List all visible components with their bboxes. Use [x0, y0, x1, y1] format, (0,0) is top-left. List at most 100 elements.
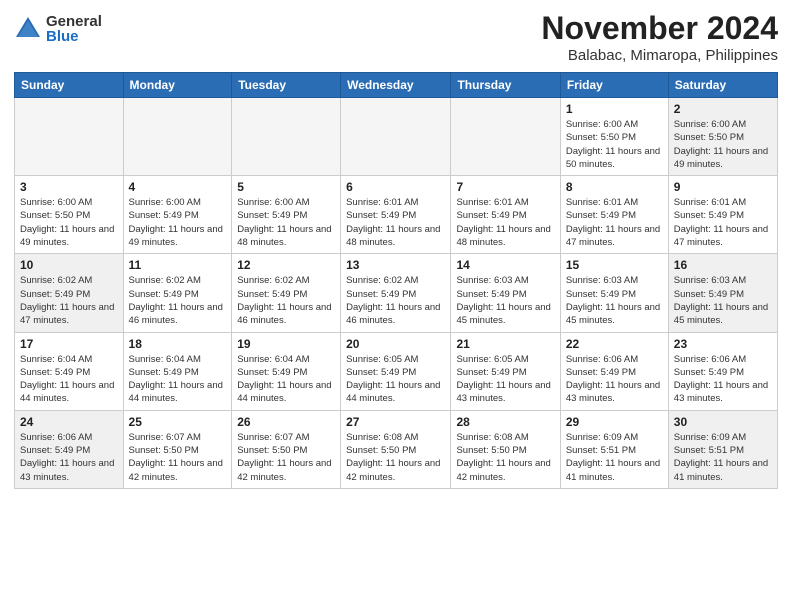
logo-text: General Blue [46, 14, 102, 44]
day-info: Sunrise: 6:00 AMSunset: 5:50 PMDaylight:… [566, 118, 663, 171]
logo-icon [14, 15, 42, 43]
day-info: Sunrise: 6:09 AMSunset: 5:51 PMDaylight:… [566, 431, 663, 484]
day-number: 13 [346, 258, 445, 272]
calendar-cell: 11 Sunrise: 6:02 AMSunset: 5:49 PMDayligh… [123, 254, 232, 332]
location: Balabac, Mimaropa, Philippines [541, 47, 778, 64]
day-info: Sunrise: 6:06 AMSunset: 5:49 PMDaylight:… [674, 353, 772, 406]
day-number: 22 [566, 337, 663, 351]
col-header-tuesday: Tuesday [232, 73, 341, 98]
calendar-cell [15, 98, 124, 176]
calendar-cell: 29 Sunrise: 6:09 AMSunset: 5:51 PMDayligh… [560, 410, 668, 488]
day-number: 18 [129, 337, 227, 351]
calendar-cell: 26 Sunrise: 6:07 AMSunset: 5:50 PMDayligh… [232, 410, 341, 488]
col-header-sunday: Sunday [15, 73, 124, 98]
day-number: 11 [129, 258, 227, 272]
calendar-cell: 21 Sunrise: 6:05 AMSunset: 5:49 PMDayligh… [451, 332, 560, 410]
day-number: 7 [456, 180, 554, 194]
calendar-cell: 23Sunrise: 6:06 AMSunset: 5:49 PMDayligh… [668, 332, 777, 410]
day-number: 2 [674, 102, 772, 116]
day-info: Sunrise: 6:00 AMSunset: 5:49 PMDaylight:… [237, 196, 335, 249]
day-number: 5 [237, 180, 335, 194]
day-info: Sunrise: 6:02 AMSunset: 5:49 PMDaylight:… [346, 274, 445, 327]
day-info: Sunrise: 6:06 AMSunset: 5:49 PMDaylight:… [20, 431, 118, 484]
day-number: 25 [129, 415, 227, 429]
day-info: Sunrise: 6:07 AMSunset: 5:50 PMDaylight:… [237, 431, 335, 484]
day-number: 8 [566, 180, 663, 194]
calendar-table: SundayMondayTuesdayWednesdayThursdayFrid… [14, 72, 778, 489]
day-info: Sunrise: 6:05 AMSunset: 5:49 PMDaylight:… [346, 353, 445, 406]
calendar-cell: 14 Sunrise: 6:03 AMSunset: 5:49 PMDayligh… [451, 254, 560, 332]
day-number: 26 [237, 415, 335, 429]
logo-general: General [46, 14, 102, 29]
col-header-thursday: Thursday [451, 73, 560, 98]
day-number: 3 [20, 180, 118, 194]
day-info: Sunrise: 6:05 AMSunset: 5:49 PMDaylight:… [456, 353, 554, 406]
day-number: 17 [20, 337, 118, 351]
calendar-cell: 15 Sunrise: 6:03 AMSunset: 5:49 PMDayligh… [560, 254, 668, 332]
page: General Blue November 2024 Balabac, Mima… [0, 0, 792, 612]
col-header-friday: Friday [560, 73, 668, 98]
day-number: 10 [20, 258, 118, 272]
day-info: Sunrise: 6:01 AMSunset: 5:49 PMDaylight:… [566, 196, 663, 249]
calendar-cell [341, 98, 451, 176]
day-number: 29 [566, 415, 663, 429]
day-info: Sunrise: 6:08 AMSunset: 5:50 PMDaylight:… [456, 431, 554, 484]
calendar-cell: 4 Sunrise: 6:00 AMSunset: 5:49 PMDaylight… [123, 176, 232, 254]
day-info: Sunrise: 6:02 AMSunset: 5:49 PMDaylight:… [129, 274, 227, 327]
day-number: 4 [129, 180, 227, 194]
day-info: Sunrise: 6:04 AMSunset: 5:49 PMDaylight:… [20, 353, 118, 406]
day-info: Sunrise: 6:02 AMSunset: 5:49 PMDaylight:… [20, 274, 118, 327]
day-number: 28 [456, 415, 554, 429]
day-number: 24 [20, 415, 118, 429]
day-info: Sunrise: 6:03 AMSunset: 5:49 PMDaylight:… [674, 274, 772, 327]
day-number: 20 [346, 337, 445, 351]
calendar-cell: 16 Sunrise: 6:03 AMSunset: 5:49 PMDayligh… [668, 254, 777, 332]
calendar-cell: 13 Sunrise: 6:02 AMSunset: 5:49 PMDayligh… [341, 254, 451, 332]
header: General Blue November 2024 Balabac, Mima… [14, 10, 778, 64]
day-info: Sunrise: 6:09 AMSunset: 5:51 PMDaylight:… [674, 431, 772, 484]
day-info: Sunrise: 6:01 AMSunset: 5:49 PMDaylight:… [346, 196, 445, 249]
day-info: Sunrise: 6:00 AMSunset: 5:49 PMDaylight:… [129, 196, 227, 249]
calendar-cell: 24 Sunrise: 6:06 AMSunset: 5:49 PMDayligh… [15, 410, 124, 488]
day-info: Sunrise: 6:03 AMSunset: 5:49 PMDaylight:… [566, 274, 663, 327]
day-number: 9 [674, 180, 772, 194]
day-info: Sunrise: 6:06 AMSunset: 5:49 PMDaylight:… [566, 353, 663, 406]
calendar-cell: 12 Sunrise: 6:02 AMSunset: 5:49 PMDayligh… [232, 254, 341, 332]
calendar-week-1: 1 Sunrise: 6:00 AMSunset: 5:50 PMDaylight… [15, 98, 778, 176]
calendar-cell: 8 Sunrise: 6:01 AMSunset: 5:49 PMDaylight… [560, 176, 668, 254]
calendar-week-3: 10 Sunrise: 6:02 AMSunset: 5:49 PMDayligh… [15, 254, 778, 332]
calendar-week-2: 3Sunrise: 6:00 AMSunset: 5:50 PMDaylight… [15, 176, 778, 254]
calendar-week-4: 17 Sunrise: 6:04 AMSunset: 5:49 PMDayligh… [15, 332, 778, 410]
logo-blue: Blue [46, 29, 102, 44]
calendar-cell [451, 98, 560, 176]
day-number: 15 [566, 258, 663, 272]
calendar-cell: 30Sunrise: 6:09 AMSunset: 5:51 PMDayligh… [668, 410, 777, 488]
calendar-cell: 6 Sunrise: 6:01 AMSunset: 5:49 PMDaylight… [341, 176, 451, 254]
day-number: 1 [566, 102, 663, 116]
calendar-cell: 7Sunrise: 6:01 AMSunset: 5:49 PMDaylight… [451, 176, 560, 254]
day-number: 6 [346, 180, 445, 194]
day-number: 12 [237, 258, 335, 272]
calendar-week-5: 24 Sunrise: 6:06 AMSunset: 5:49 PMDayligh… [15, 410, 778, 488]
day-info: Sunrise: 6:03 AMSunset: 5:49 PMDaylight:… [456, 274, 554, 327]
calendar-cell: 28 Sunrise: 6:08 AMSunset: 5:50 PMDayligh… [451, 410, 560, 488]
calendar-cell [123, 98, 232, 176]
calendar-cell: 2 Sunrise: 6:00 AMSunset: 5:50 PMDaylight… [668, 98, 777, 176]
col-header-monday: Monday [123, 73, 232, 98]
day-info: Sunrise: 6:02 AMSunset: 5:49 PMDaylight:… [237, 274, 335, 327]
day-number: 14 [456, 258, 554, 272]
calendar-cell: 10 Sunrise: 6:02 AMSunset: 5:49 PMDayligh… [15, 254, 124, 332]
day-number: 19 [237, 337, 335, 351]
title-block: November 2024 Balabac, Mimaropa, Philipp… [541, 10, 778, 64]
day-number: 16 [674, 258, 772, 272]
day-info: Sunrise: 6:00 AMSunset: 5:50 PMDaylight:… [674, 118, 772, 171]
day-info: Sunrise: 6:04 AMSunset: 5:49 PMDaylight:… [237, 353, 335, 406]
col-header-saturday: Saturday [668, 73, 777, 98]
day-number: 21 [456, 337, 554, 351]
calendar-cell: 1 Sunrise: 6:00 AMSunset: 5:50 PMDaylight… [560, 98, 668, 176]
calendar-cell: 17 Sunrise: 6:04 AMSunset: 5:49 PMDayligh… [15, 332, 124, 410]
calendar-cell: 9Sunrise: 6:01 AMSunset: 5:49 PMDaylight… [668, 176, 777, 254]
day-info: Sunrise: 6:04 AMSunset: 5:49 PMDaylight:… [129, 353, 227, 406]
calendar-cell: 25 Sunrise: 6:07 AMSunset: 5:50 PMDayligh… [123, 410, 232, 488]
day-info: Sunrise: 6:07 AMSunset: 5:50 PMDaylight:… [129, 431, 227, 484]
